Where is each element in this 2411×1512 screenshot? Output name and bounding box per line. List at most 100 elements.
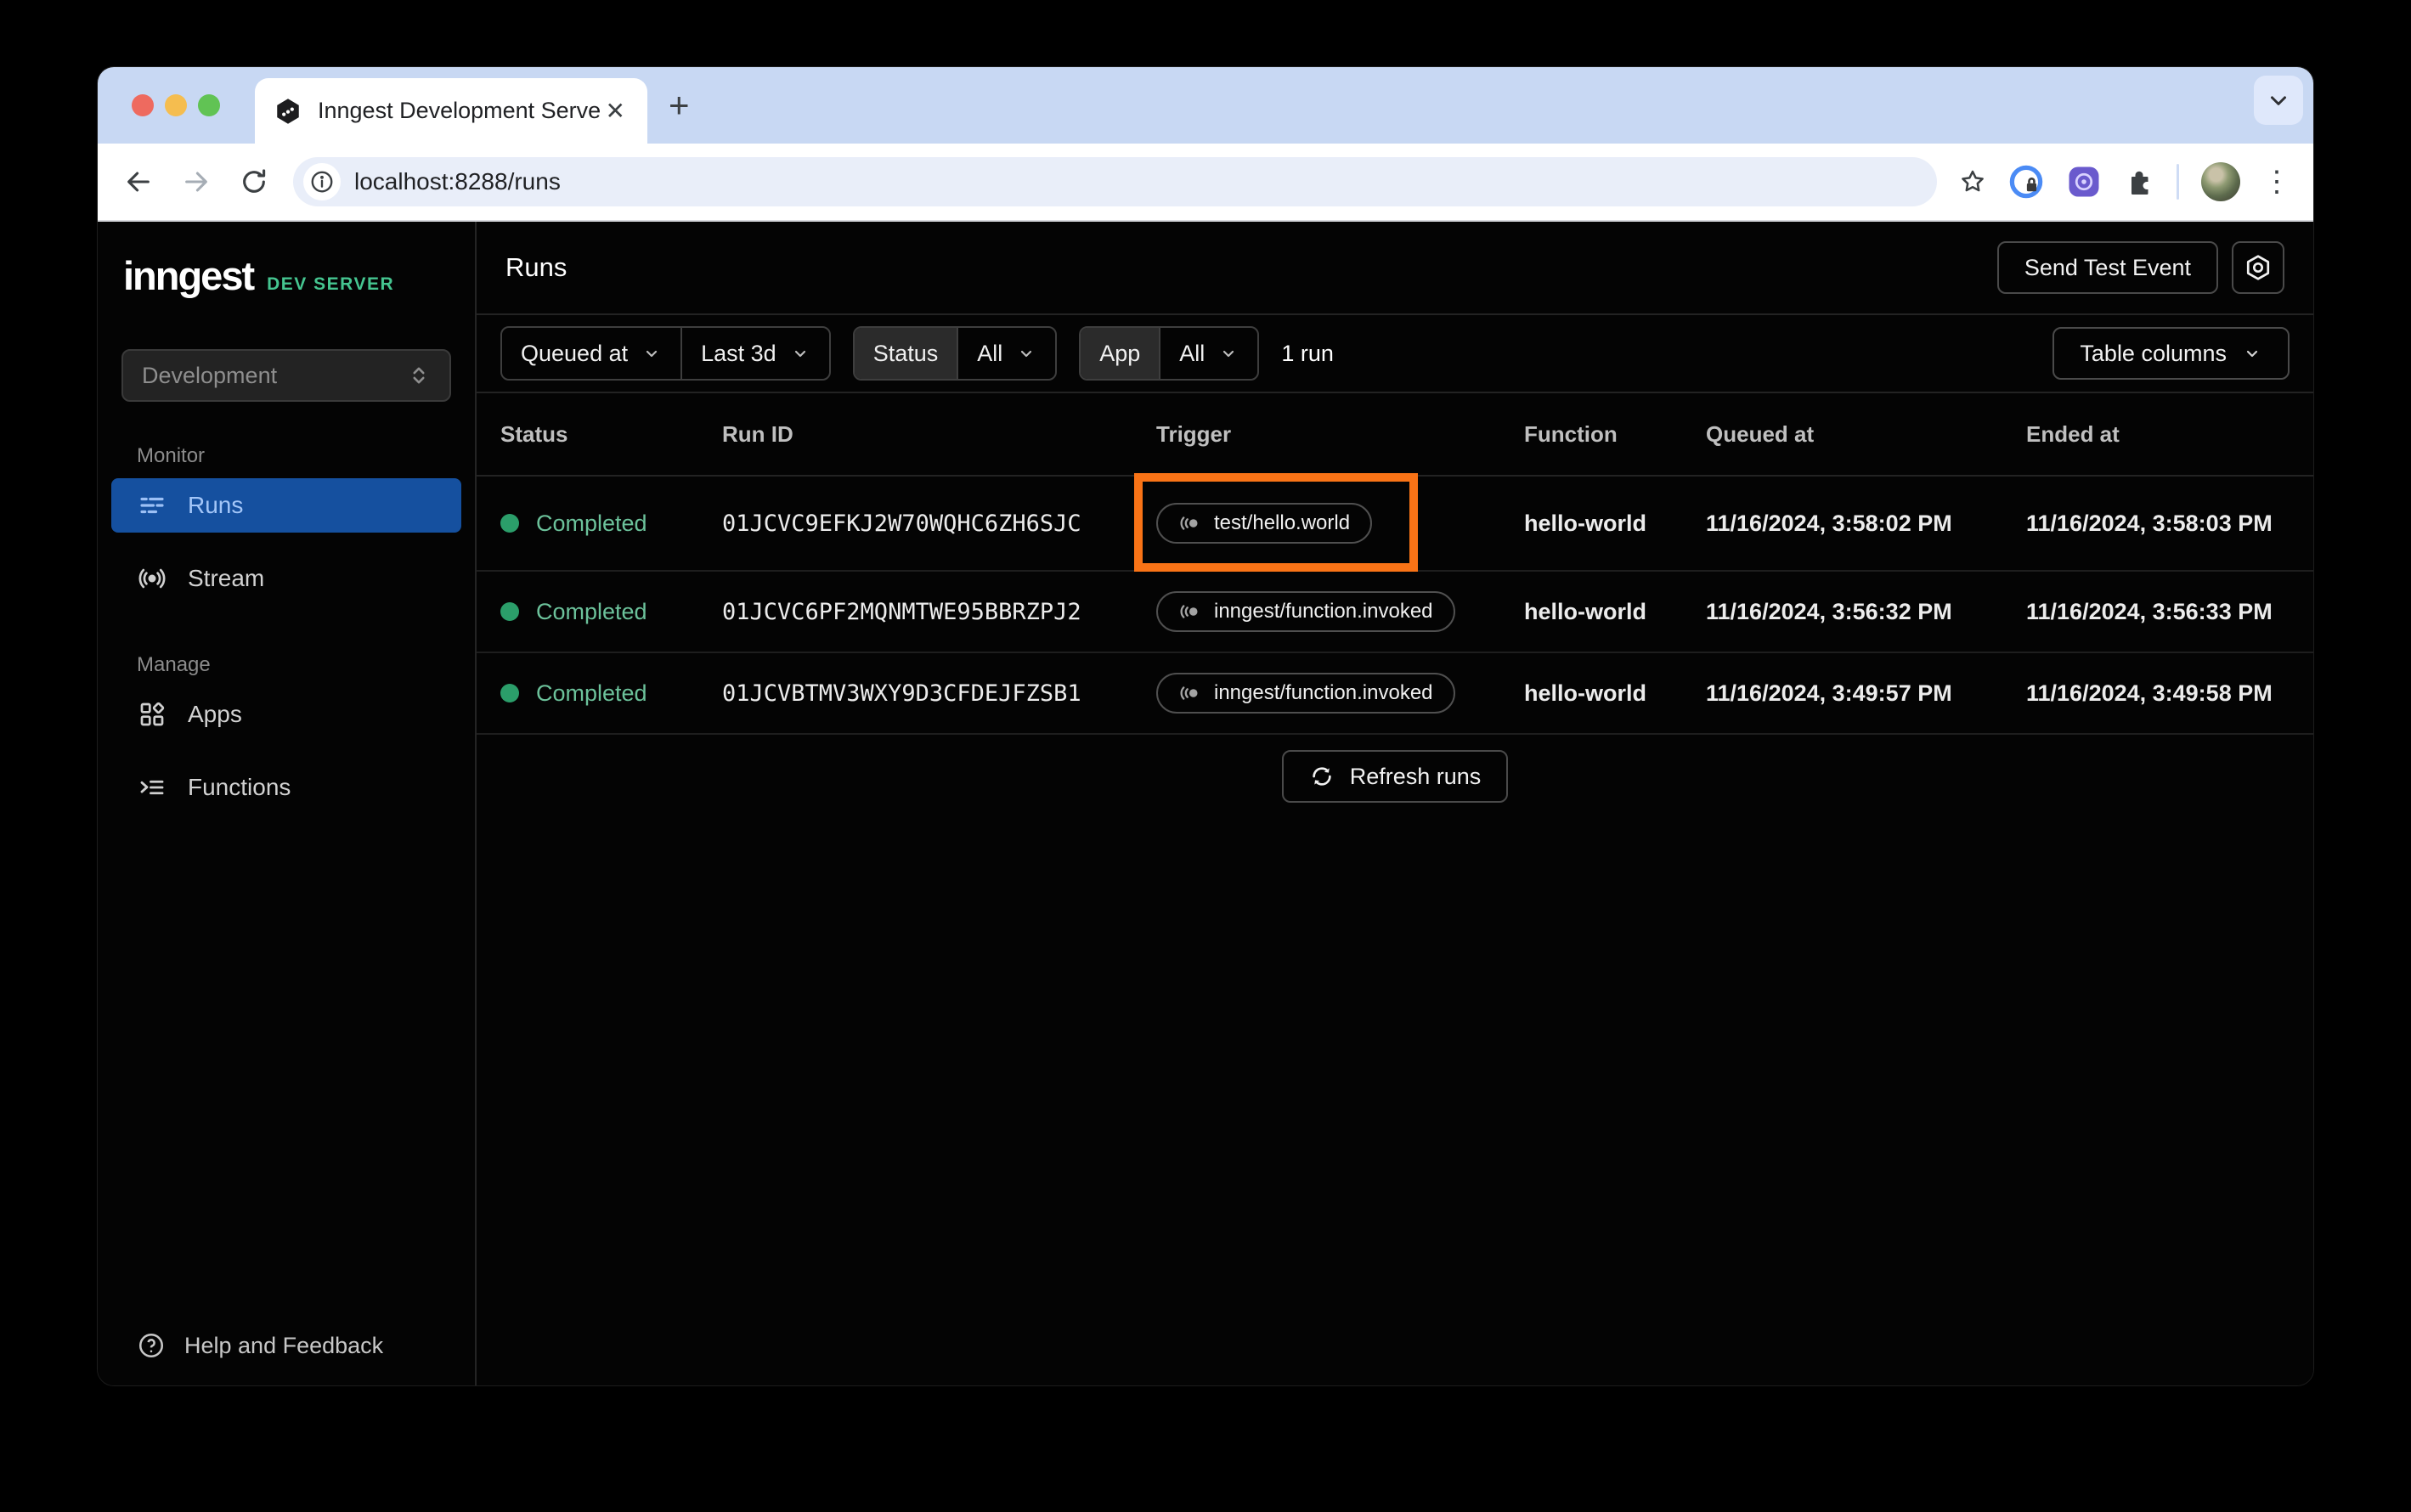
run-id: 01JCVC9EFKJ2W70WQHC6ZH6SJC xyxy=(722,510,1081,537)
event-waves-icon xyxy=(1180,516,1198,530)
password-manager-extension-icon[interactable] xyxy=(2008,164,2044,200)
extensions-puzzle-icon[interactable] xyxy=(2124,166,2154,197)
tab-strip: Inngest Development Server ✕ + xyxy=(98,67,2313,144)
time-field-dropdown[interactable]: Queued at xyxy=(502,328,680,379)
apps-icon xyxy=(140,702,165,726)
sidebar-item-functions[interactable]: Functions xyxy=(111,760,461,815)
site-info-icon[interactable] xyxy=(303,163,341,200)
address-bar[interactable]: localhost:8288/runs xyxy=(293,157,1937,206)
run-id: 01JCVBTMV3WXY9D3CFDEJFZSB1 xyxy=(722,680,1081,707)
table-columns-label: Table columns xyxy=(2080,340,2227,366)
new-tab-icon[interactable]: + xyxy=(669,87,690,123)
app-filter: App All xyxy=(1079,326,1260,381)
sidebar-item-runs[interactable]: Runs xyxy=(111,478,461,533)
status-text: Completed xyxy=(536,598,647,624)
col-trigger: Trigger xyxy=(1156,420,1232,447)
refresh-row: Refresh runs xyxy=(477,750,2313,803)
ended-at: 11/16/2024, 3:56:33 PM xyxy=(2026,598,2273,624)
status-cell: Completed xyxy=(500,511,722,537)
table-header: Status Run ID Trigger Function Queued at… xyxy=(477,393,2313,477)
logo-row: inngest DEV SERVER xyxy=(98,252,475,298)
sidebar-item-stream[interactable]: Stream xyxy=(111,551,461,606)
trigger-name: inngest/function.invoked xyxy=(1214,600,1433,623)
run-id: 01JCVC6PF2MQNMTWE95BBRZPJ2 xyxy=(722,598,1081,625)
function-name: hello-world xyxy=(1524,680,1646,706)
page-header: Runs Send Test Event xyxy=(477,222,2313,315)
time-filter: Queued at Last 3d xyxy=(500,326,831,381)
settings-button[interactable] xyxy=(2232,241,2284,294)
header-actions: Send Test Event xyxy=(1996,241,2284,294)
app-filter-label: App xyxy=(1081,328,1160,379)
tab-close-icon[interactable]: ✕ xyxy=(602,97,629,125)
event-waves-icon xyxy=(1180,686,1198,700)
status-filter-value: All xyxy=(977,340,1003,366)
refresh-runs-label: Refresh runs xyxy=(1349,763,1482,789)
status-filter-label: Status xyxy=(854,328,957,379)
toolbar-right: ⋮ xyxy=(1959,162,2291,201)
trigger-cell: test/hello.world xyxy=(1156,503,1524,544)
browser-toolbar: localhost:8288/runs ⋮ xyxy=(98,144,2313,222)
status-filter-dropdown[interactable]: All xyxy=(957,328,1055,379)
chevron-down-icon xyxy=(647,350,658,358)
status-cell: Completed xyxy=(500,680,722,707)
zoom-window-button[interactable] xyxy=(198,94,220,116)
page-title: Runs xyxy=(505,252,567,282)
queued-at: 11/16/2024, 3:49:57 PM xyxy=(1706,680,1952,706)
bookmark-star-icon[interactable] xyxy=(1959,168,1986,195)
environment-selector[interactable]: Development xyxy=(121,349,451,402)
queued-at: 11/16/2024, 3:58:02 PM xyxy=(1706,510,1952,536)
col-status: Status xyxy=(500,420,568,447)
ended-at: 11/16/2024, 3:58:03 PM xyxy=(2026,510,2273,536)
minimize-window-button[interactable] xyxy=(165,94,187,116)
table-row[interactable]: Completed 01JCVC6PF2MQNMTWE95BBRZPJ2 inn… xyxy=(477,572,2313,653)
col-function: Function xyxy=(1524,420,1618,447)
chevron-down-icon xyxy=(2246,350,2258,358)
status-cell: Completed xyxy=(500,599,722,625)
back-icon[interactable] xyxy=(120,163,157,200)
help-and-feedback[interactable]: Help and Feedback xyxy=(137,1331,383,1360)
status-completed-dot xyxy=(500,514,519,533)
run-count: 1 run xyxy=(1281,340,1334,366)
inngest-favicon xyxy=(274,97,302,126)
browser-menu-icon[interactable]: ⋮ xyxy=(2262,167,2291,196)
send-test-event-button[interactable]: Send Test Event xyxy=(1996,241,2218,294)
manage-section-label: Manage xyxy=(137,653,211,676)
function-name: hello-world xyxy=(1524,510,1646,536)
sidebar-item-label: Apps xyxy=(188,701,242,727)
refresh-runs-button[interactable]: Refresh runs xyxy=(1281,750,1509,803)
trigger-badge[interactable]: inngest/function.invoked xyxy=(1156,673,1455,714)
close-window-button[interactable] xyxy=(132,94,154,116)
app-filter-value: All xyxy=(1179,340,1206,366)
tab-search-chevron-icon[interactable] xyxy=(2254,76,2303,125)
inngest-logo: inngest xyxy=(123,253,255,298)
sidebar-item-label: Runs xyxy=(188,492,244,518)
chevron-down-icon xyxy=(1223,350,1234,358)
sidebar-item-label: Stream xyxy=(188,565,265,591)
app-filter-dropdown[interactable]: All xyxy=(1159,328,1257,379)
col-queued-at: Queued at xyxy=(1706,420,1815,447)
profile-avatar[interactable] xyxy=(2201,162,2240,201)
browser-extension-icon[interactable] xyxy=(2066,164,2102,200)
table-columns-button[interactable]: Table columns xyxy=(2052,327,2290,380)
toolbar-divider xyxy=(2177,164,2179,200)
time-field-value: Queued at xyxy=(521,340,629,366)
trigger-badge[interactable]: test/hello.world xyxy=(1156,503,1373,544)
browser-window: Inngest Development Server ✕ + localhost… xyxy=(97,66,2314,1386)
status-completed-dot xyxy=(500,602,519,621)
table-row[interactable]: Completed 01JCVC9EFKJ2W70WQHC6ZH6SJC tes… xyxy=(477,477,2313,572)
runs-icon xyxy=(140,497,164,514)
updown-chevron-icon xyxy=(413,367,425,384)
trigger-cell: inngest/function.invoked xyxy=(1156,591,1524,632)
chevron-down-icon xyxy=(794,350,805,358)
filter-bar: Queued at Last 3d Status All App All 1 r… xyxy=(477,315,2313,393)
sidebar-item-apps[interactable]: Apps xyxy=(111,687,461,742)
functions-icon xyxy=(140,780,164,795)
trigger-badge[interactable]: inngest/function.invoked xyxy=(1156,591,1455,632)
reload-icon[interactable] xyxy=(235,163,273,200)
time-range-dropdown[interactable]: Last 3d xyxy=(680,328,829,379)
table-row[interactable]: Completed 01JCVBTMV3WXY9D3CFDEJFZSB1 inn… xyxy=(477,653,2313,735)
forward-icon[interactable] xyxy=(178,163,215,200)
monitor-section-label: Monitor xyxy=(137,444,206,467)
sidebar-item-label: Functions xyxy=(188,774,291,800)
browser-tab[interactable]: Inngest Development Server ✕ xyxy=(255,78,647,144)
